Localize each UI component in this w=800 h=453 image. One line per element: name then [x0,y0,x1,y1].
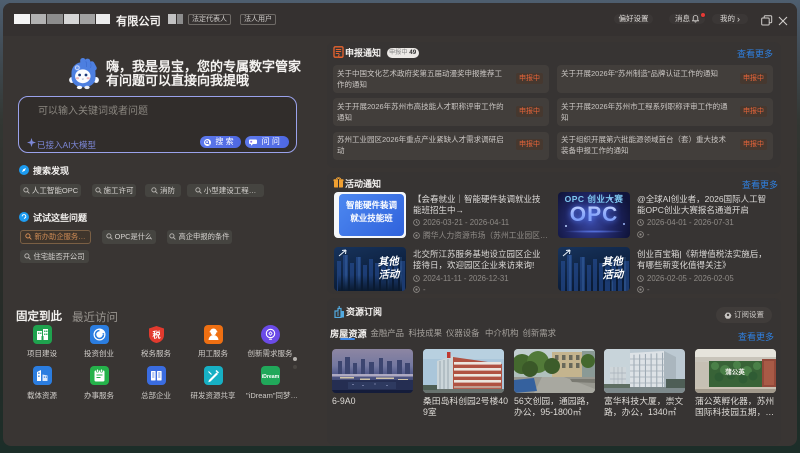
svg-text:iDream: iDream [261,374,279,380]
svg-text:蒲公英: 蒲公英 [725,367,745,376]
svg-text:税: 税 [152,329,160,339]
